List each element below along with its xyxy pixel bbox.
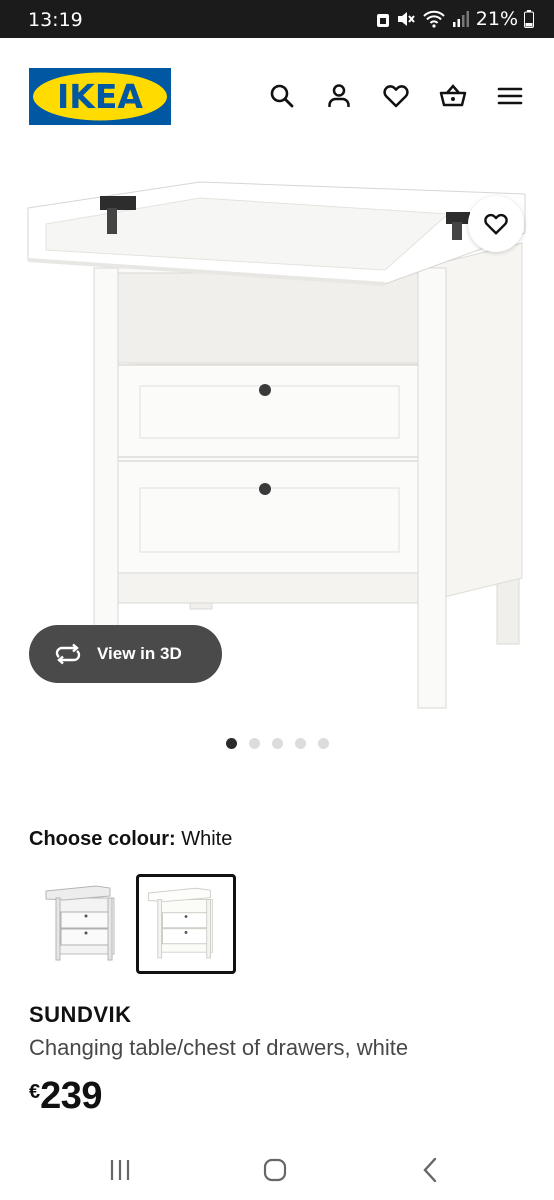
back-icon bbox=[423, 1157, 437, 1183]
logo-text: IKEA bbox=[57, 77, 143, 116]
battery-percent: 21% bbox=[475, 8, 518, 30]
image-pagination bbox=[226, 738, 329, 749]
status-bar: 13:19 21% bbox=[0, 0, 554, 38]
pagination-dot[interactable] bbox=[295, 738, 306, 749]
mute-icon bbox=[397, 12, 415, 26]
pagination-dot[interactable] bbox=[318, 738, 329, 749]
swatch-thumbnail bbox=[45, 885, 115, 961]
status-icons: 21% bbox=[376, 8, 534, 30]
system-nav-bar bbox=[0, 1140, 554, 1200]
menu-icon[interactable] bbox=[496, 82, 524, 110]
heart-icon bbox=[484, 213, 508, 235]
recent-apps-icon bbox=[110, 1160, 130, 1180]
back-button[interactable] bbox=[410, 1152, 450, 1188]
swatch-thumbnail bbox=[147, 887, 213, 959]
recent-apps-button[interactable] bbox=[100, 1152, 140, 1188]
heart-icon[interactable] bbox=[382, 82, 410, 110]
home-icon bbox=[263, 1158, 287, 1182]
pagination-dot[interactable] bbox=[226, 738, 237, 749]
price-currency: € bbox=[29, 1081, 41, 1103]
colour-option-grey[interactable] bbox=[36, 874, 136, 974]
signal-icon bbox=[452, 11, 469, 27]
ikea-logo[interactable]: IKEA bbox=[29, 68, 171, 125]
basket-icon[interactable] bbox=[439, 82, 467, 110]
view-in-3d-button[interactable]: View in 3D bbox=[29, 625, 222, 683]
header: IKEA bbox=[0, 38, 554, 158]
account-icon[interactable] bbox=[325, 82, 353, 110]
price-amount: 239 bbox=[40, 1075, 103, 1117]
battery-icon bbox=[524, 10, 534, 28]
pagination-dot[interactable] bbox=[272, 738, 283, 749]
lock-icon bbox=[376, 14, 389, 27]
product-description: Changing table/chest of drawers, white bbox=[29, 1035, 409, 1060]
rotate-3d-icon bbox=[55, 643, 81, 665]
view-in-3d-label: View in 3D bbox=[97, 644, 182, 663]
home-button[interactable] bbox=[255, 1152, 295, 1188]
search-icon[interactable] bbox=[268, 82, 296, 110]
colour-label-key: Choose colour: bbox=[29, 828, 176, 850]
colour-option-white[interactable] bbox=[136, 874, 236, 974]
colour-label: Choose colour: White bbox=[29, 828, 232, 851]
add-to-favourites-button[interactable] bbox=[468, 196, 524, 252]
colour-label-value: White bbox=[181, 828, 233, 850]
pagination-dot[interactable] bbox=[249, 738, 260, 749]
status-time: 13:19 bbox=[28, 9, 83, 31]
product-price: € 239 bbox=[29, 1075, 103, 1118]
product-name: SUNDVIK bbox=[29, 1002, 132, 1027]
wifi-icon bbox=[423, 10, 445, 28]
header-icons bbox=[268, 82, 524, 110]
